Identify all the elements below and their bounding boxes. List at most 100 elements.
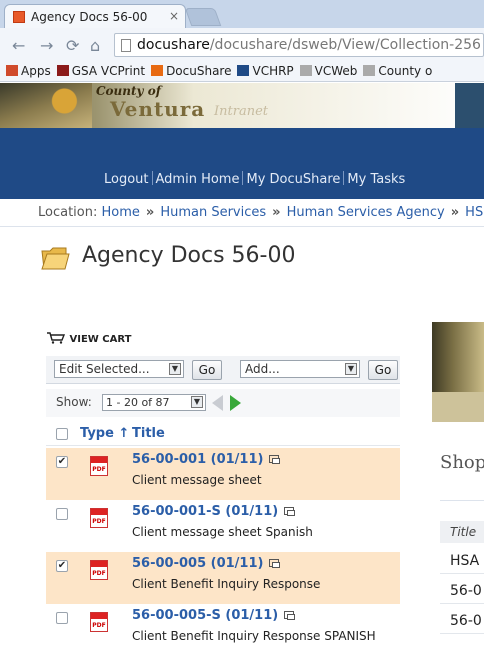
add-go-button[interactable]: Go [368, 360, 398, 380]
row-checkbox[interactable] [56, 508, 68, 520]
my-tasks-link[interactable]: My Tasks [347, 172, 405, 187]
table-row[interactable]: PDF 56-00-005-S (01/11) Client Benefit I… [46, 604, 400, 656]
breadcrumb-separator: » [450, 205, 460, 220]
view-cart-link[interactable]: VIEW CART [46, 332, 131, 345]
shop-table-cell[interactable]: HSA [440, 548, 484, 574]
page-range-value: 1 - 20 of 87 [106, 396, 170, 409]
bookmark-label: VCHRP [252, 64, 294, 78]
nav-separator [242, 171, 244, 185]
banner-nav: Logout Admin Home My DocuShare My Tasks [104, 171, 405, 187]
bookmark-item[interactable]: Apps [6, 61, 51, 81]
county-of-logo-text: County of [96, 84, 161, 98]
add-select[interactable]: Add... ▼ [240, 360, 360, 378]
pdf-icon: PDF [90, 508, 108, 528]
divider [440, 500, 484, 501]
table-header: Type ↑ Title [46, 422, 400, 446]
pager-bar: Show: 1 - 20 of 87 ▼ [46, 389, 400, 417]
next-page-icon[interactable] [230, 395, 241, 411]
open-in-window-icon[interactable] [269, 455, 281, 464]
bookmark-item[interactable]: GSA VCPrint [56, 61, 146, 81]
document-link[interactable]: 56-00-005 (01/11) [132, 556, 281, 571]
ventura-logo-text: Ventura [110, 97, 206, 121]
bookmark-item[interactable]: VCHRP [237, 61, 294, 81]
breadcrumb-separator: » [272, 205, 281, 220]
home-icon[interactable]: ⌂ [90, 36, 100, 55]
document-description: Client Benefit Inquiry Response [132, 577, 321, 591]
pdf-icon: PDF [90, 612, 108, 632]
apps-icon [6, 65, 18, 76]
open-in-window-icon[interactable] [269, 559, 281, 568]
chevron-down-icon: ▼ [169, 363, 181, 375]
bookmark-item[interactable]: DocuShare [151, 61, 231, 81]
cart-icon [47, 332, 66, 344]
shop-title-column-header: Title [440, 521, 484, 543]
table-row[interactable]: PDF 56-00-001-S (01/11) Client message s… [46, 500, 400, 552]
forward-icon[interactable]: → [40, 36, 53, 55]
site-banner: County of Ventura Intranet Logout Admin H… [0, 83, 484, 199]
chevron-down-icon: ▼ [191, 396, 203, 408]
shop-table-cell[interactable]: 56-0 [440, 578, 484, 604]
row-checkbox[interactable]: ✔ [56, 456, 68, 468]
breadcrumb-human-services[interactable]: Human Services [160, 205, 266, 220]
logout-link[interactable]: Logout [104, 172, 149, 187]
breadcrumb-human-services-agency[interactable]: Human Services Agency [287, 205, 445, 220]
my-docushare-link[interactable]: My DocuShare [246, 172, 340, 187]
open-in-window-icon[interactable] [284, 507, 296, 516]
bookmark-label: DocuShare [166, 64, 232, 78]
type-column-header[interactable]: Type ↑ [80, 426, 129, 441]
divider [0, 226, 484, 227]
promo-image-band [432, 392, 484, 422]
folder-icon [41, 247, 70, 270]
shop-heading: Shop [440, 452, 484, 473]
back-icon[interactable]: ← [12, 36, 25, 55]
page-title: Agency Docs 56-00 [82, 243, 296, 268]
tab-title: Agency Docs 56-00 [31, 10, 148, 24]
breadcrumb-hs[interactable]: HS [465, 205, 483, 220]
nav-separator [151, 171, 153, 185]
nav-separator [343, 171, 345, 185]
title-column-header[interactable]: Title [132, 426, 165, 441]
pdf-icon: PDF [90, 456, 108, 476]
previous-page-icon[interactable] [212, 395, 223, 411]
reload-icon[interactable]: ⟳ [66, 36, 79, 55]
document-description: Client message sheet Spanish [132, 525, 313, 539]
document-link[interactable]: 56-00-005-S (01/11) [132, 608, 296, 623]
page-icon [299, 65, 312, 76]
bookmark-item[interactable]: VCWeb [299, 61, 358, 81]
bookmark-label: GSA VCPrint [71, 64, 146, 78]
new-tab-button[interactable] [184, 8, 222, 26]
row-checkbox[interactable]: ✔ [56, 560, 68, 572]
bookmarks-bar: Apps GSA VCPrint DocuShare VCHRP VCWeb County… [0, 60, 484, 82]
browser-tab[interactable]: Agency Docs 56-00 × [4, 4, 186, 28]
banner-artwork [0, 83, 92, 128]
page-icon [121, 39, 131, 52]
url-text: docushare/docushare/dsweb/View/Collectio… [137, 37, 481, 53]
document-link[interactable]: 56-00-001-S (01/11) [132, 504, 296, 519]
open-in-window-icon[interactable] [284, 611, 296, 620]
shop-table-cell[interactable]: 56-0 [440, 608, 484, 634]
breadcrumb-home[interactable]: Home [102, 205, 140, 220]
document-link[interactable]: 56-00-001 (01/11) [132, 452, 281, 467]
select-all-checkbox[interactable] [56, 428, 68, 440]
go-button[interactable]: Go [192, 360, 222, 380]
view-cart-label: VIEW CART [69, 334, 132, 345]
bookmark-label: VCWeb [314, 64, 358, 78]
intranet-logo-text: Intranet [214, 104, 268, 119]
admin-home-link[interactable]: Admin Home [156, 172, 240, 187]
add-value: Add... [245, 362, 280, 376]
table-row[interactable]: ✔ PDF 56-00-005 (01/11) Client Benefit I… [46, 552, 400, 604]
address-bar[interactable]: docushare/docushare/dsweb/View/Collectio… [114, 33, 484, 57]
docushare-icon [151, 65, 164, 76]
row-checkbox[interactable] [56, 612, 68, 624]
breadcrumb-label: Location: [38, 205, 98, 220]
table-row[interactable]: ✔ PDF 56-00-001 (01/11) Client message s… [46, 448, 400, 500]
tab-close-icon[interactable]: × [169, 9, 179, 23]
rsa-icon [56, 65, 69, 76]
action-toolbar: Edit Selected... ▼ Go Add... ▼ Go [46, 356, 400, 384]
document-description: Client Benefit Inquiry Response SPANISH [132, 629, 376, 643]
bookmark-item[interactable]: County o [363, 61, 432, 81]
document-description: Client message sheet [132, 473, 262, 487]
breadcrumb-separator: » [145, 205, 155, 220]
edit-selected-select[interactable]: Edit Selected... ▼ [54, 360, 184, 378]
page-range-select[interactable]: 1 - 20 of 87 ▼ [102, 394, 206, 411]
